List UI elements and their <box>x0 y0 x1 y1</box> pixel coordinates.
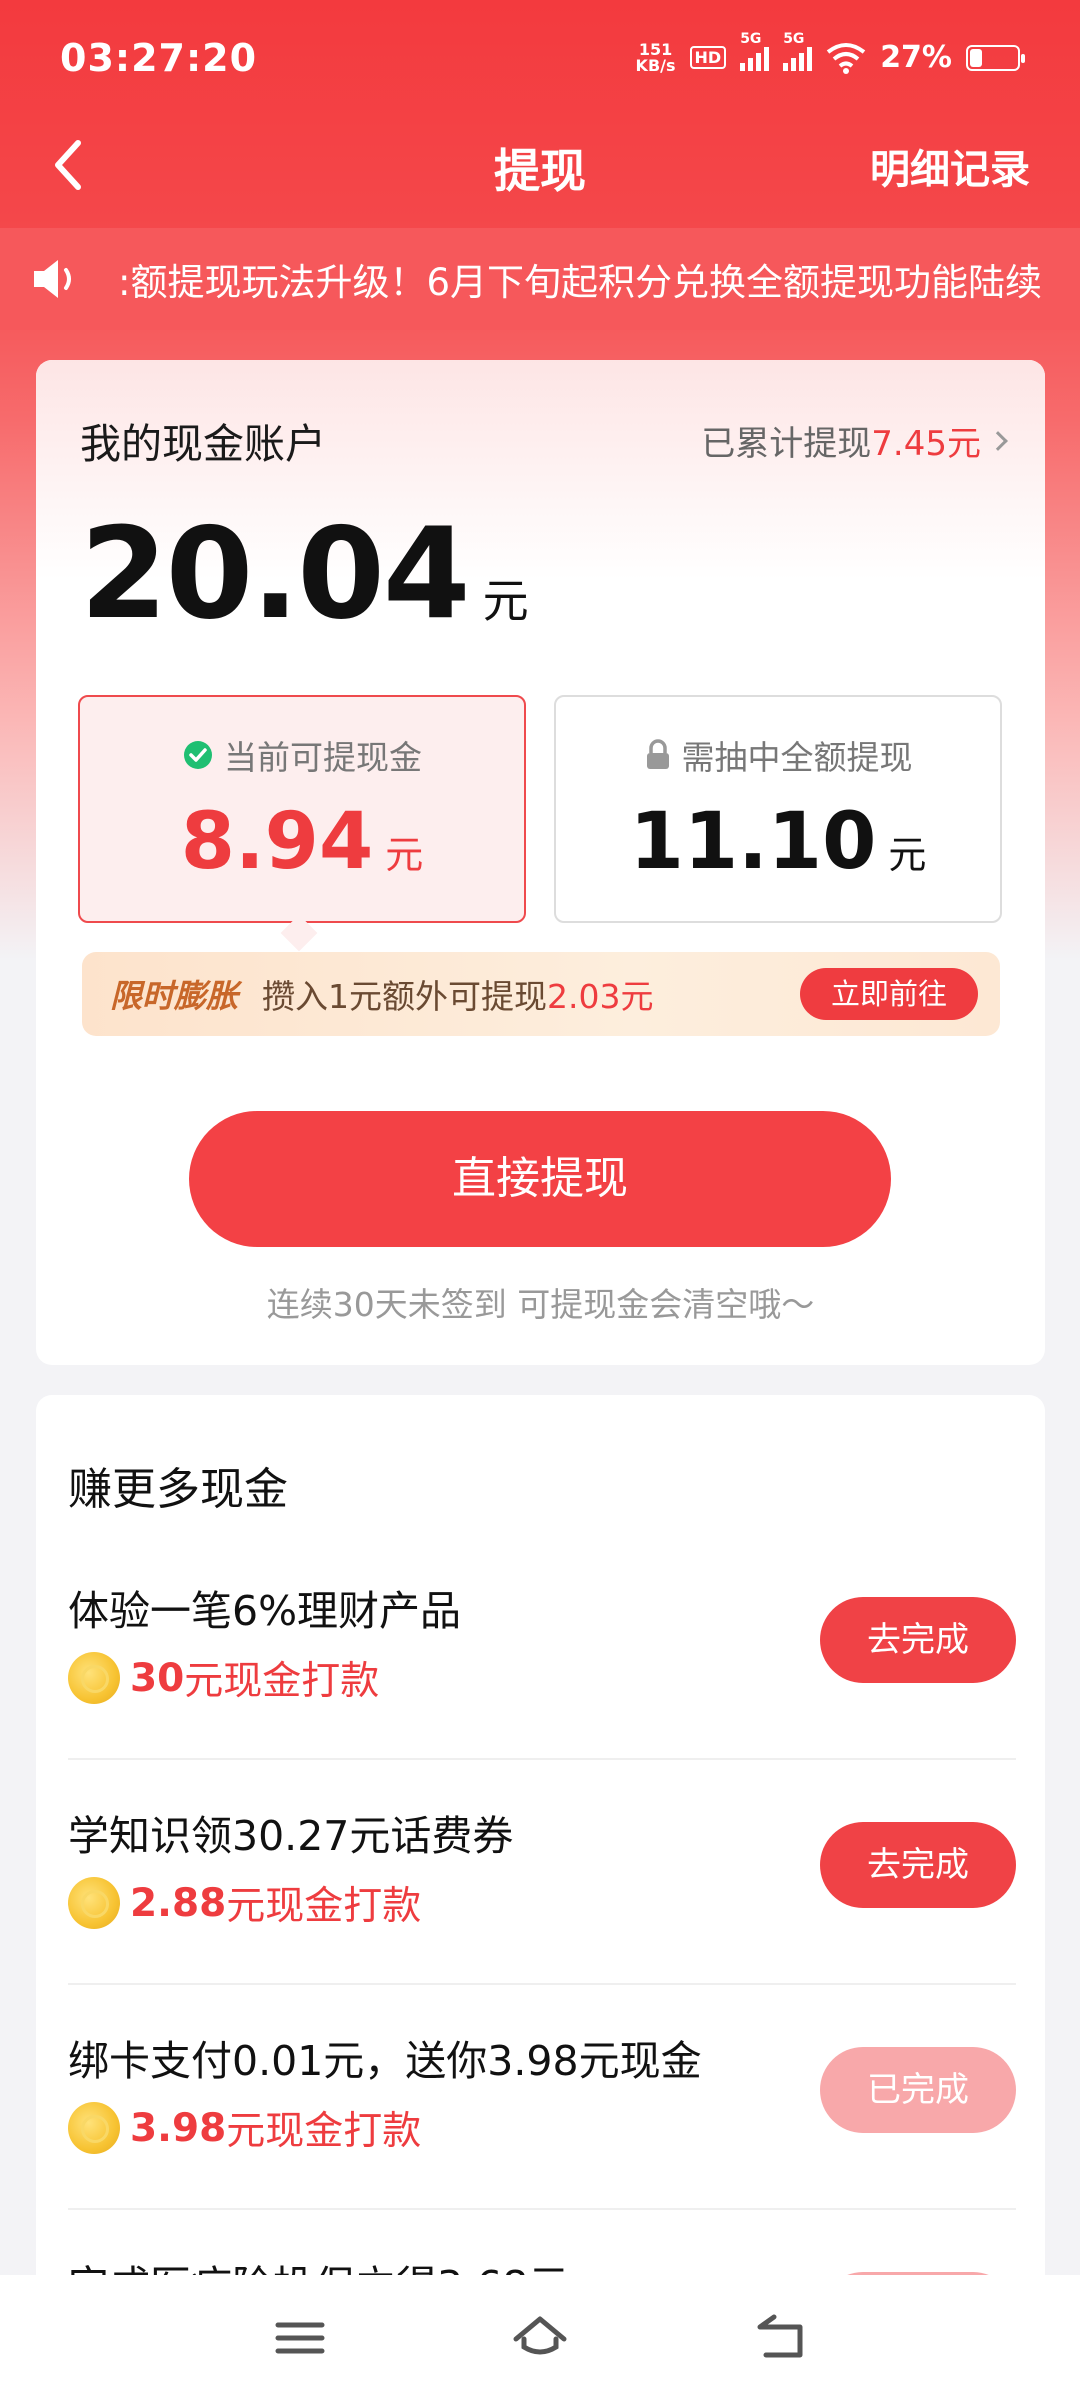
locked-cash-box[interactable]: 需抽中全额提现 11.10 元 <box>554 695 1002 923</box>
network-speed: 151 KB/s <box>635 39 676 75</box>
task-complete-button[interactable]: 去完成 <box>820 1822 1016 1908</box>
battery-level <box>970 48 983 67</box>
coin-icon <box>68 1877 120 1929</box>
task-complete-button[interactable]: 去完成 <box>820 1597 1016 1683</box>
chevron-right-icon <box>988 430 1008 451</box>
wifi-icon <box>826 42 866 74</box>
check-circle-icon <box>184 741 212 769</box>
task-item: 学知识领30.27元话费券 2.88 元现金打款 去完成 <box>68 1760 1016 1985</box>
account-title: 我的现金账户 <box>80 420 326 468</box>
hd-icon: HD <box>689 46 727 69</box>
account-balance: 20.04 元 <box>80 500 529 647</box>
coin-icon <box>68 1652 120 1704</box>
signal-icon-1: 5G <box>740 31 770 71</box>
balance-unit: 元 <box>482 574 529 628</box>
balance-value: 20.04 <box>80 500 471 647</box>
total-withdrawn-link[interactable]: 已累计提现 7.45元 <box>701 416 1008 465</box>
navigation-bar: 提现 明细记录 <box>0 115 1080 215</box>
available-value: 8.94 <box>180 797 374 887</box>
withdraw-button[interactable]: 直接提现 <box>189 1111 891 1247</box>
task-completed-button[interactable]: 已完成 <box>820 2047 1016 2133</box>
battery-icon <box>966 44 1025 71</box>
status-bar: 03:27:20 151 KB/s HD 5G 5G 27% <box>0 0 1080 115</box>
speaker-icon <box>34 260 71 298</box>
battery-percent: 27% <box>880 40 952 75</box>
available-cash-box[interactable]: 当前可提现金 8.94 元 <box>78 695 526 923</box>
return-icon[interactable] <box>750 2311 810 2365</box>
menu-icon[interactable] <box>270 2311 330 2365</box>
task-title: 绑卡支付0.01元，送你3.98元现金 <box>68 2037 702 2085</box>
go-now-button[interactable]: 立即前往 <box>800 968 978 1020</box>
status-time: 03:27:20 <box>60 35 258 80</box>
notice-banner[interactable]: :额提现玩法升级！6月下旬起积分兑换全额提现功能陆续 <box>0 228 1080 330</box>
task-item: 绑卡支付0.01元，送你3.98元现金 3.98 元现金打款 已完成 <box>68 1985 1016 2210</box>
promo-tag: 限时膨胀 <box>110 977 239 1015</box>
coin-icon <box>68 2102 120 2154</box>
locked-label: 需抽中全额提现 <box>681 738 913 777</box>
lock-icon <box>646 739 669 769</box>
signal-icon-2: 5G <box>783 31 813 71</box>
system-navigation-bar <box>0 2275 1080 2400</box>
earn-more-card: 赚更多现金 体验一笔6%理财产品 30 元现金打款 去完成 学知识领30.27元话… <box>36 1395 1045 2400</box>
task-reward: 3.98 元现金打款 <box>68 2100 421 2156</box>
task-reward: 2.88 元现金打款 <box>68 1875 421 1931</box>
available-label: 当前可提现金 <box>224 738 422 777</box>
signin-hint: 连续30天未签到 可提现金会清空哦～ <box>266 1285 815 1324</box>
task-title: 体验一笔6%理财产品 <box>68 1587 462 1635</box>
task-reward: 30 元现金打款 <box>68 1650 379 1706</box>
promo-banner[interactable]: 限时膨胀 攒入1元额外可提现2.03元 立即前往 <box>82 952 1000 1036</box>
home-icon[interactable] <box>510 2311 570 2365</box>
cash-account-card: 我的现金账户 已累计提现 7.45元 20.04 元 当前可提现金 8.94 元 … <box>36 360 1045 1365</box>
status-icons: 151 KB/s HD 5G 5G 27% <box>635 31 1025 75</box>
task-title: 学知识领30.27元话费券 <box>68 1812 514 1860</box>
details-record-link[interactable]: 明细记录 <box>870 137 1030 195</box>
locked-value: 11.10 <box>629 797 877 887</box>
task-item: 体验一笔6%理财产品 30 元现金打款 去完成 <box>68 1535 1016 1760</box>
section-title: 赚更多现金 <box>64 1453 292 1517</box>
notice-text: :额提现玩法升级！6月下旬起积分兑换全额提现功能陆续 <box>118 261 1043 304</box>
